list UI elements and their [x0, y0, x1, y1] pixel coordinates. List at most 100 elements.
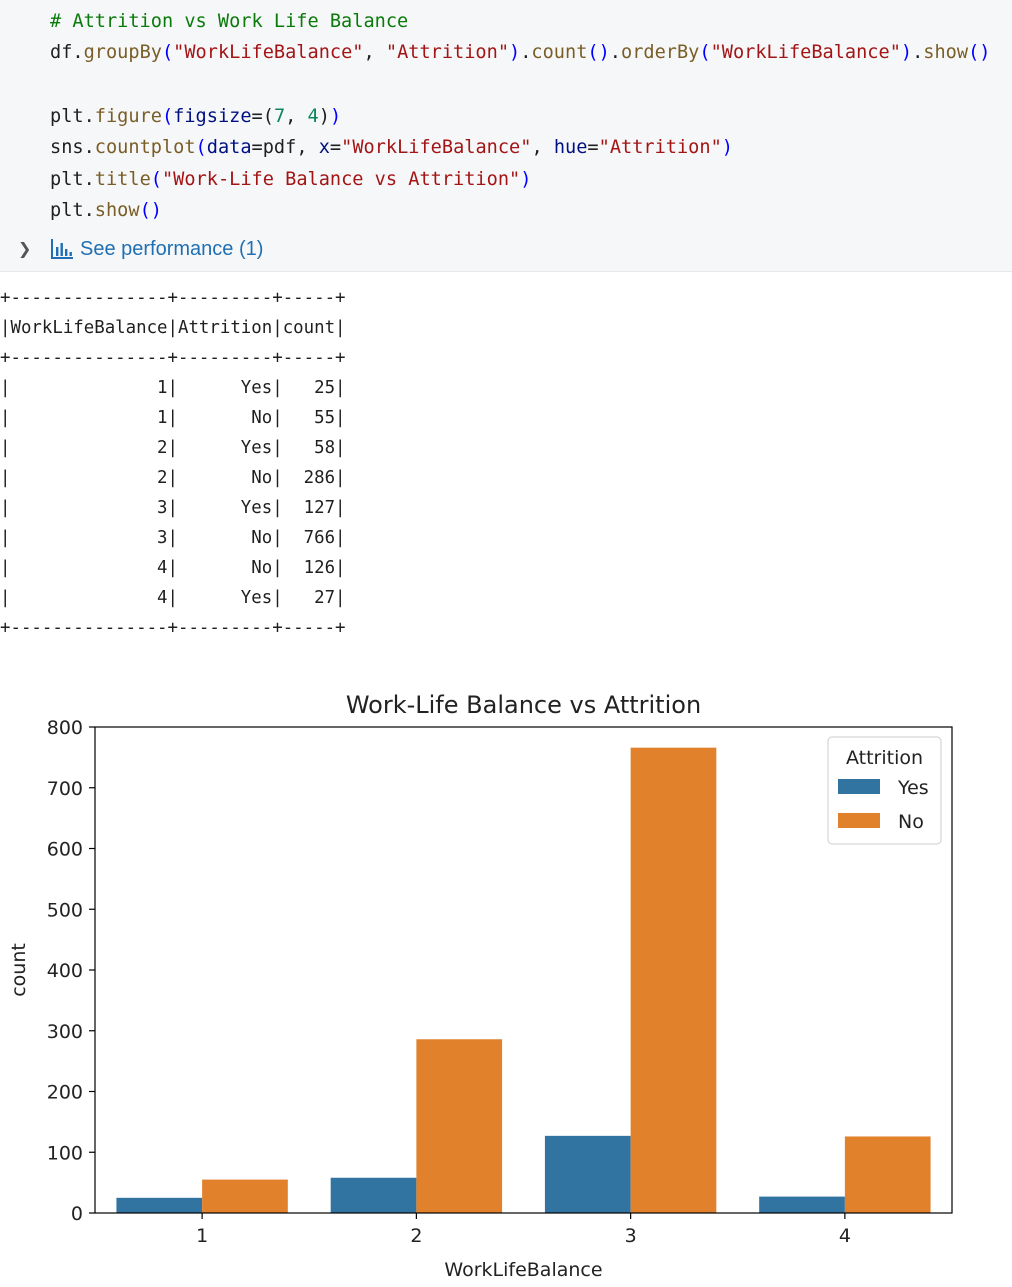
table-row: | 3| No| 766| — [0, 528, 346, 548]
code-token: "Work-Life Balance vs Attrition" — [161, 169, 521, 190]
y-tick-label: 200 — [47, 1082, 83, 1104]
bar-no-2 — [416, 1039, 503, 1213]
code-token: countplot — [94, 137, 196, 158]
y-axis-label: count — [8, 943, 30, 997]
code-token: , — [296, 137, 319, 158]
table-output: +---------------+---------+-----+ |WorkLi… — [0, 283, 346, 643]
x-tick-label: 4 — [839, 1225, 851, 1247]
code-token: 4 — [307, 106, 319, 127]
x-tick-label: 3 — [625, 1225, 637, 1247]
chart-title: Work-Life Balance vs Attrition — [346, 691, 701, 719]
y-tick-label: 100 — [47, 1142, 83, 1164]
chart-output: 0 100 200 300 400 500 600 700 800 1 2 3 4 Work-Life B… — [0, 680, 1012, 1282]
x-tick-label: 1 — [196, 1225, 208, 1247]
bar-no-4 — [844, 1136, 931, 1213]
code-token: () — [139, 200, 162, 221]
code-token: plt — [50, 200, 84, 221]
code-token: orderBy — [621, 42, 700, 63]
y-tick-label: 400 — [47, 960, 83, 982]
code-line-comment: # Attrition vs Work Life Balance — [50, 11, 408, 33]
code-token: ( — [161, 106, 174, 127]
x-axis-label: WorkLifeBalance — [444, 1259, 602, 1281]
code-token: hue — [553, 137, 588, 158]
code-token: data — [206, 137, 252, 158]
code-token: 7 — [273, 106, 286, 127]
code-token: ) — [318, 106, 330, 127]
table-row: | 4| Yes| 27| — [0, 588, 346, 608]
see-performance-row[interactable]: ❯ See performance (1) — [0, 236, 400, 266]
code-token: . — [83, 169, 95, 190]
table-border-top: +---------------+---------+-----+ — [0, 288, 346, 308]
bar-no-3 — [630, 747, 717, 1213]
code-line-show: plt.show() — [50, 200, 162, 222]
code-token: . — [83, 200, 95, 221]
code-cell[interactable]: # Attrition vs Work Life Balance df.grou… — [0, 0, 1012, 272]
code-token: , — [531, 137, 554, 158]
code-line-countplot: sns.countplot(data=pdf, x="WorkLifeBalan… — [50, 137, 733, 159]
y-tick-label: 500 — [47, 899, 83, 921]
bar-yes-4 — [759, 1196, 845, 1213]
code-token: ) — [509, 42, 521, 63]
code-token: = — [251, 137, 263, 158]
code-token: show — [94, 200, 140, 221]
legend-label-no: No — [898, 811, 924, 833]
legend-swatch-yes — [838, 779, 880, 794]
plot-frame — [94, 726, 953, 1214]
code-token: = — [329, 137, 342, 158]
code-token: = — [587, 137, 599, 158]
y-tick-label: 0 — [71, 1203, 83, 1225]
code-token: . — [72, 42, 84, 63]
bar-no-1 — [202, 1179, 288, 1213]
bar-yes-2 — [330, 1177, 417, 1213]
code-token: . — [83, 137, 95, 158]
table-row: | 3| Yes| 127| — [0, 498, 346, 518]
code-token: show — [923, 42, 969, 63]
code-token: ) — [900, 42, 913, 63]
code-token: x — [318, 137, 330, 158]
code-line-groupby: df.groupBy("WorkLifeBalance", "Attrition… — [50, 42, 990, 64]
code-token: "Attrition" — [385, 42, 510, 63]
code-token: "WorkLifeBalance" — [173, 42, 364, 63]
code-token: figure — [94, 106, 162, 127]
y-tick-label: 300 — [47, 1021, 83, 1043]
code-comment: # Attrition vs Work Life Balance — [50, 11, 409, 32]
y-tick-label: 800 — [47, 717, 83, 739]
code-token: . — [520, 42, 532, 63]
code-token: ( — [161, 42, 174, 63]
code-token: groupBy — [83, 42, 162, 63]
code-token: df — [50, 42, 73, 63]
table-border-bottom: +---------------+---------+-----+ — [0, 618, 346, 638]
code-token: title — [94, 169, 151, 190]
code-token: figsize — [173, 106, 252, 127]
code-token: () — [587, 42, 610, 63]
chevron-right-icon[interactable]: ❯ — [18, 239, 31, 258]
code-line-figure: plt.figure(figsize=(7, 4)) — [50, 106, 341, 128]
code-token: "Attrition" — [598, 137, 722, 158]
code-token: plt — [50, 106, 84, 127]
x-tick-label: 2 — [410, 1225, 422, 1247]
see-performance-link[interactable]: See performance (1) — [80, 238, 263, 261]
code-token: ) — [520, 169, 532, 190]
table-row: | 1| No| 55| — [0, 408, 346, 428]
code-token: ) — [721, 137, 733, 158]
code-token: "WorkLifeBalance" — [341, 137, 532, 158]
table-row: | 4| No| 126| — [0, 558, 346, 578]
bar-chart-icon — [51, 239, 73, 259]
code-token: ) — [329, 106, 342, 127]
code-token: , — [285, 106, 308, 127]
code-token: . — [83, 106, 95, 127]
table-row: | 2| Yes| 58| — [0, 438, 346, 458]
table-header-row: |WorkLifeBalance|Attrition|count| — [0, 318, 346, 338]
legend-title: Attrition — [846, 747, 923, 769]
legend-label-yes: Yes — [897, 777, 929, 799]
code-token: . — [912, 42, 924, 63]
code-token: plt — [50, 169, 84, 190]
y-tick-label: 700 — [47, 778, 83, 800]
code-token: "WorkLifeBalance" — [710, 42, 901, 63]
code-token: . — [609, 42, 621, 63]
bar-yes-3 — [544, 1135, 631, 1213]
code-token: ( — [150, 169, 162, 190]
table-body: | 1| Yes| 25| | 1| No| 55| | 2| Yes| 58| | … — [0, 373, 346, 613]
code-token: =( — [251, 106, 274, 127]
code-token: , — [363, 42, 386, 63]
